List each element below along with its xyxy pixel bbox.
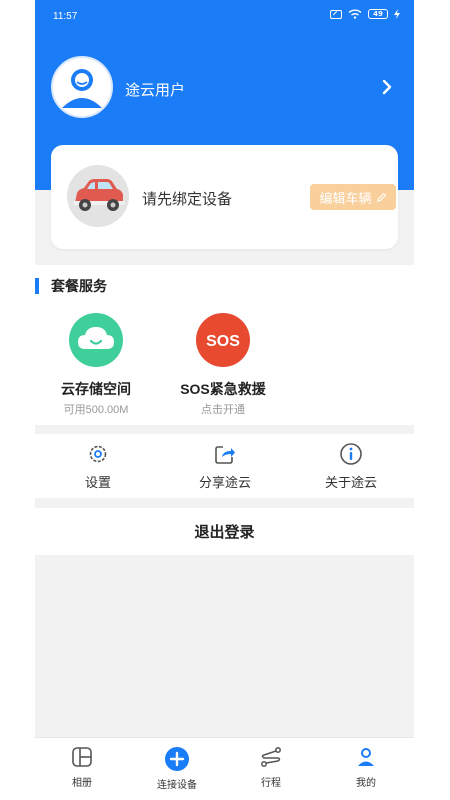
tab-label: 行程 [261, 778, 281, 789]
package-title: 套餐服务 [51, 278, 107, 294]
profile-icon [358, 748, 374, 766]
status-time: 11:57 [53, 11, 78, 22]
plus-circle-icon [165, 747, 189, 771]
service-subtitle: 可用500.00M [63, 404, 129, 416]
title-accent-bar [35, 278, 39, 294]
edit-vehicle-label: 编辑车辆 [319, 190, 372, 206]
service-subtitle: 点击开通 [201, 404, 245, 416]
svg-text:SOS: SOS [206, 333, 240, 350]
tab-mine[interactable]: 我的 [326, 746, 406, 789]
status-icons: 49 [330, 9, 400, 19]
app-screen: 11:57 49 途云用户 请先绑定设备 编辑车辆 套餐服务 云存储空间 可用5… [35, 0, 414, 800]
status-bar: 11:57 49 [35, 0, 414, 34]
share-icon [215, 446, 235, 464]
package-services-section: 套餐服务 云存储空间 可用500.00M SOS SOS紧急救援 点击开通 [35, 265, 414, 425]
wifi-icon [348, 9, 362, 19]
tab-connect-device[interactable]: 连接设备 [137, 746, 217, 791]
tab-label: 我的 [356, 778, 376, 789]
service-cloud-storage[interactable]: 云存储空间 可用500.00M [41, 313, 151, 417]
service-name: 云存储空间 [61, 381, 131, 397]
battery-icon: 49 [368, 9, 388, 19]
service-name: SOS紧急救援 [180, 381, 266, 397]
tab-trips[interactable]: 行程 [231, 746, 311, 789]
tab-label: 相册 [72, 778, 92, 789]
about-button[interactable]: 关于途云 [301, 442, 401, 491]
bottom-tab-bar: 相册 连接设备 行程 我的 [35, 737, 414, 800]
tab-album[interactable]: 相册 [42, 746, 122, 789]
info-icon [340, 443, 362, 465]
gear-icon [89, 445, 107, 463]
album-icon [72, 747, 92, 767]
pencil-icon [376, 192, 386, 202]
route-icon [261, 747, 281, 767]
tool-label: 关于途云 [324, 475, 377, 490]
tool-label: 分享途云 [198, 475, 251, 490]
share-button[interactable]: 分享途云 [175, 442, 275, 491]
cloud-icon [69, 313, 123, 367]
user-avatar-icon [51, 56, 113, 118]
chevron-right-icon [382, 79, 392, 95]
charging-icon [394, 9, 400, 19]
section-title: 套餐服务 [35, 277, 107, 295]
tool-label: 设置 [84, 475, 111, 490]
user-profile-row[interactable]: 途云用户 [51, 56, 401, 120]
notification-icon [330, 9, 342, 19]
bind-device-prompt: 请先绑定设备 [142, 191, 233, 208]
device-card: 请先绑定设备 编辑车辆 [51, 145, 398, 249]
edit-vehicle-button[interactable]: 编辑车辆 [310, 184, 396, 210]
service-sos[interactable]: SOS SOS紧急救援 点击开通 [168, 313, 278, 417]
logout-button[interactable]: 退出登录 [35, 508, 414, 555]
tools-section: 设置 分享途云 关于途云 [35, 434, 414, 498]
car-icon [67, 165, 129, 227]
sos-icon: SOS [196, 313, 250, 367]
user-name: 途云用户 [125, 82, 186, 99]
settings-button[interactable]: 设置 [48, 442, 148, 491]
tab-label: 连接设备 [157, 780, 197, 791]
